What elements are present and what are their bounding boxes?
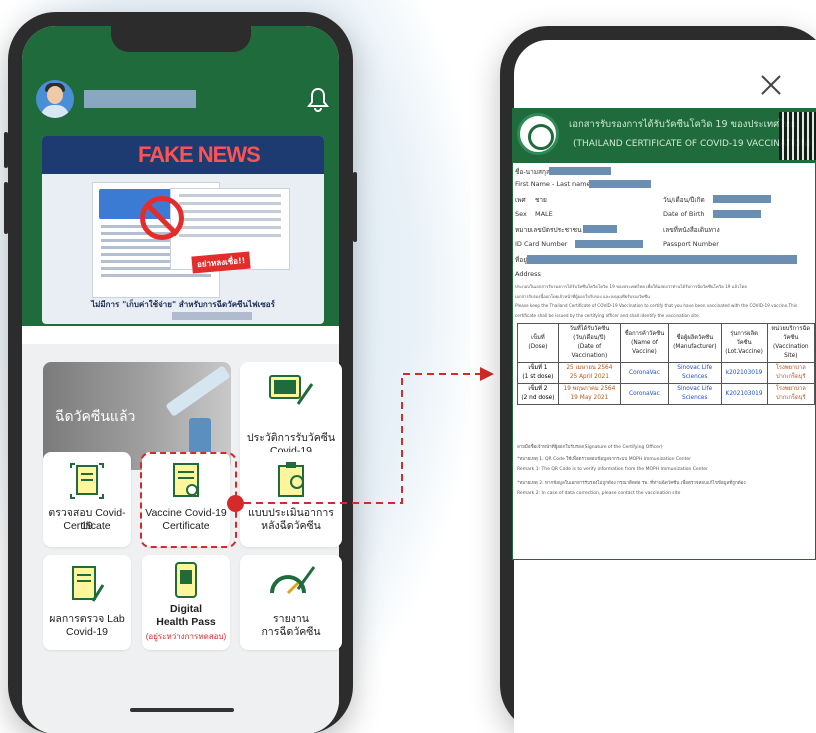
passport-th-label: เลขที่หนังสือเดินทาง — [663, 226, 720, 234]
certificate-header: เอกสารรับรองการได้รับวัคซีนโควิด 19 ของป… — [513, 109, 816, 163]
name-en-label: First Name - Last name — [515, 180, 591, 188]
highlight-dot — [227, 495, 244, 512]
col-manufacturer: ชื่อผู้ผลิตวัคซีน (Manufacturer) — [668, 323, 722, 363]
sex-en-label: Sex — [515, 210, 527, 218]
col-vaccine: ชื่อการค้าวัคซีน (Name of Vaccine) — [619, 323, 670, 363]
dob-en-label: Date of Birth — [663, 210, 705, 218]
sex-th-label: เพศ — [515, 196, 526, 204]
phone-notch — [110, 26, 251, 52]
sex-th-value: ชาย — [535, 196, 547, 204]
footnote-en-1: Remark 1: The QR Code is to verify infor… — [517, 467, 708, 472]
sex-en-value: MALE — [535, 210, 553, 218]
dob-th-label: วัน/เดือน/ปีเกิด — [663, 196, 705, 204]
table-row: เข็มที่ 1 (1 st dose) 25 เมษายน 2564 25 Ap… — [517, 362, 816, 384]
passport-en-label: Passport Number — [663, 240, 719, 248]
signature-line: ลายมือชื่อเจ้าหน้าที่ผู้ออกใบรับรอง(Sign… — [517, 445, 663, 450]
address-en-label: Address — [515, 270, 541, 278]
name-th-label: ชื่อ-นามสกุล — [515, 168, 550, 176]
vaccination-certificate: เอกสารรับรองการได้รับวัคซีนโควิด 19 ของป… — [512, 108, 816, 560]
close-icon[interactable] — [756, 70, 786, 100]
footnote-en-2: Remark 2: In case of data correction, pl… — [517, 491, 681, 496]
footnote-th-1: *หมายเหตุ 1: QR Code ใช้เพื่อตรวจสอบข้อม… — [517, 457, 692, 462]
statement-en-1: Please keep the Thailand Certificate of … — [515, 303, 798, 308]
id-en-label: ID Card Number — [515, 240, 568, 248]
col-date: วันที่ได้รับวัคซีน (วัน/เดือน/ปี) (Date of… — [557, 323, 621, 363]
statement-th-1: ประกอบในเอกสารรับรองการได้รับวัคซีนโควิด… — [515, 284, 747, 289]
table-row: เข็มที่ 2 (2 nd dose) 19 พฤษภาคม 2564 19 M… — [517, 383, 816, 405]
statement-th-2: เอกสารรับรองนี้ออกโดยเจ้าหน้าที่ผู้ออกใบ… — [515, 294, 650, 299]
id-th-label: หมายเลขบัตรประชาชน — [515, 226, 582, 234]
footnote-th-2: *หมายเหตุ 2: หากข้อมูลในเอกสารรับรองไม่ถ… — [517, 481, 746, 486]
certificate-title-en: (THAILAND CERTIFICATE OF COVID-19 VACCIN… — [573, 139, 811, 149]
statement-en-2: certificate shall be issued by the certi… — [515, 313, 700, 318]
col-dose: เข็มที่ (Dose) — [517, 323, 559, 363]
certificate-title-th: เอกสารรับรองการได้รับวัคซีนโควิด 19 ของป… — [569, 119, 796, 130]
ministry-seal-icon — [517, 113, 559, 155]
col-lot: รุ่นการผลิต วัคซีน (Lot.Vaccine) — [720, 323, 768, 363]
dose-table: เข็มที่ (Dose) วันที่ได้รับวัคซีน (วัน/เดื… — [517, 323, 816, 405]
address-th-label: ที่อยู่ — [515, 256, 527, 264]
table-header-row: เข็มที่ (Dose) วันที่ได้รับวัคซีน (วัน/เดื… — [517, 323, 816, 363]
qr-code[interactable] — [779, 112, 816, 160]
col-site: หน่วยบริการฉีด วัคซีน (Vaccination Site) — [766, 323, 816, 363]
